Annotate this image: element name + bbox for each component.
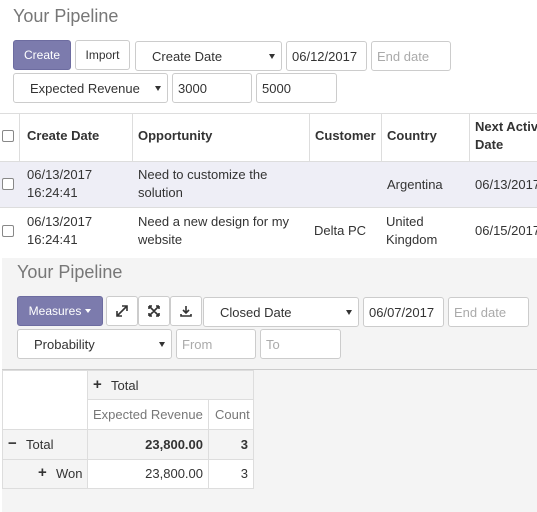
column-divider (381, 114, 382, 161)
fullscreen-icon (148, 305, 160, 317)
pivot-date-field-value: Closed Date (220, 304, 292, 320)
measures-button[interactable]: Measures (17, 296, 103, 326)
col-next-activity-date[interactable]: Next Activ Date (475, 118, 537, 154)
measure-field-select[interactable]: Expected Revenue (13, 73, 168, 103)
expand-button[interactable] (106, 296, 138, 326)
measure-field-select-value: Expected Revenue (30, 80, 140, 96)
from-input[interactable]: From (176, 329, 256, 359)
plus-icon: + (38, 464, 47, 481)
pivot-total-revenue: 23,800.00 (87, 429, 209, 460)
column-divider (132, 114, 133, 161)
row-opportunity: Need to customize the solution (138, 167, 268, 200)
pivot-count-header[interactable]: Count (208, 399, 254, 430)
pivot-measure-field-select[interactable]: Probability (17, 329, 172, 359)
fullscreen-button[interactable] (138, 296, 170, 326)
pivot-col-header-total[interactable]: + Total (87, 370, 254, 400)
column-divider (309, 114, 310, 161)
date-field-select[interactable]: Create Date (135, 41, 282, 71)
pivot-page-title: Your Pipeline (17, 262, 123, 282)
end-date-input[interactable]: End date (371, 41, 451, 71)
pivot-date-field-select[interactable]: Closed Date (203, 297, 359, 327)
column-divider (469, 114, 470, 161)
col-create-date[interactable]: Create Date (27, 127, 99, 145)
col-next-line1: Next Activ (475, 119, 537, 134)
pivot-row-header-won[interactable]: + Won (2, 459, 88, 489)
row-date: 06/13/2017 16:24:41 (27, 167, 93, 200)
table-row[interactable]: 06/13/2017 16:24:41 Need a new design for… (0, 208, 537, 255)
pivot-measure-field-value: Probability (34, 336, 95, 352)
row-next-activity: 06/15/2017 (475, 223, 537, 238)
caret-down-icon (85, 309, 92, 313)
table-row[interactable]: 06/13/2017 16:24:41 Need to customize the… (0, 162, 537, 207)
select-all-checkbox[interactable] (2, 130, 14, 142)
caret-down-icon (269, 54, 275, 59)
row-opportunity: Need a new design for my website (138, 214, 290, 247)
col-next-line2: Date (475, 137, 504, 152)
row-next-activity: 06/13/2017 (475, 177, 537, 192)
pivot-won-count: 3 (208, 459, 254, 489)
column-divider (19, 114, 20, 161)
row-country: United Kingdom (386, 214, 438, 247)
row-checkbox[interactable] (2, 178, 14, 190)
expand-icon (116, 305, 128, 317)
date-field-select-value: Create Date (152, 48, 223, 64)
pivot-corner-cell (2, 370, 88, 430)
caret-down-icon (159, 342, 165, 347)
row-country: Argentina (387, 177, 443, 192)
pivot-col-header-label: Total (111, 378, 139, 393)
pivot-start-date-input[interactable]: 06/07/2017 (363, 297, 444, 327)
col-opportunity[interactable]: Opportunity (138, 127, 212, 145)
pivot-won-revenue: 23,800.00 (87, 459, 209, 489)
row-date: 06/13/2017 16:24:41 (27, 214, 93, 247)
download-button[interactable] (170, 296, 202, 326)
row-customer: Delta PC (314, 223, 367, 238)
to-input[interactable]: To (260, 329, 341, 359)
pivot-row-header-total[interactable]: − Total (2, 429, 88, 460)
download-icon (180, 306, 192, 317)
col-country[interactable]: Country (387, 127, 437, 145)
start-date-input[interactable]: 06/12/2017 (286, 41, 367, 71)
caret-down-icon (155, 86, 161, 91)
pivot-measure-header[interactable]: Expected Revenue (87, 399, 209, 430)
row-checkbox[interactable] (2, 225, 14, 237)
pivot-end-date-input[interactable]: End date (448, 297, 529, 327)
plus-icon: + (93, 376, 102, 393)
measures-label: Measures (28, 304, 82, 318)
create-button[interactable]: Create (13, 40, 71, 70)
import-button[interactable]: Import (75, 40, 130, 70)
pivot-total-count: 3 (208, 429, 254, 460)
minus-icon: − (8, 435, 17, 452)
page-title: Your Pipeline (13, 6, 119, 26)
caret-down-icon (346, 310, 352, 315)
col-customer[interactable]: Customer (315, 127, 376, 145)
min-value-input[interactable]: 3000 (172, 73, 252, 103)
max-value-input[interactable]: 5000 (256, 73, 337, 103)
